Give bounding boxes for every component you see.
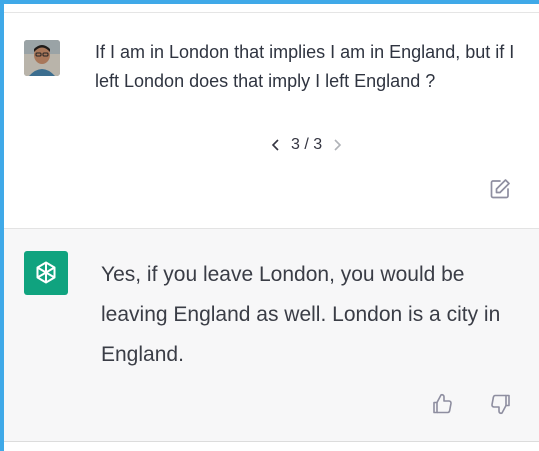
thumbs-down-icon[interactable] (489, 392, 513, 416)
response-pager: 3 / 3 (268, 134, 345, 156)
user-message-row: If I am in London that implies I am in E… (4, 13, 539, 228)
thumbs-up-icon[interactable] (430, 392, 454, 416)
chevron-left-icon[interactable] (268, 137, 284, 153)
chat-window: If I am in London that implies I am in E… (4, 4, 539, 451)
bottom-divider (4, 441, 539, 442)
assistant-message-text: Yes, if you leave London, you would be l… (101, 263, 501, 366)
user-message-text: If I am in London that implies I am in E… (95, 42, 515, 91)
edit-icon[interactable] (488, 177, 512, 201)
chevron-right-icon[interactable] (329, 137, 345, 153)
pager-count: 3 / 3 (291, 136, 323, 153)
user-avatar (24, 40, 60, 76)
assistant-message-row: Yes, if you leave London, you would be l… (4, 229, 539, 441)
openai-logo-icon (24, 251, 68, 295)
